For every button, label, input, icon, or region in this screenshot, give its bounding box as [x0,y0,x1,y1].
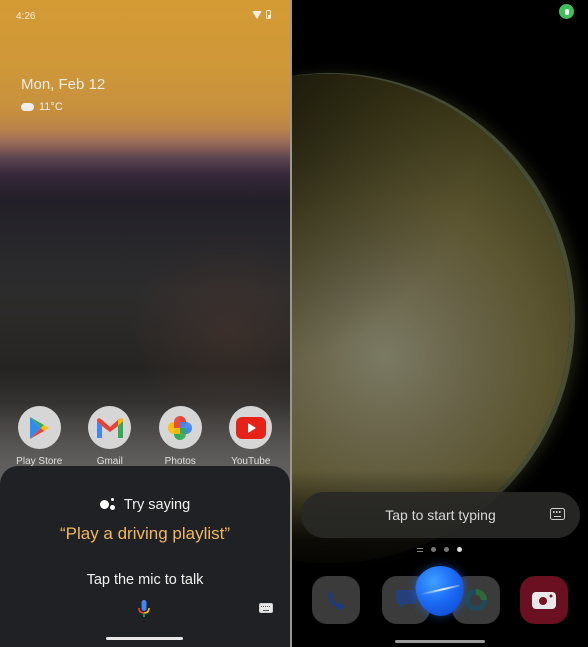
try-saying-label: Try saying [123,497,191,513]
dock-camera[interactable] [520,576,568,624]
status-icons [252,10,271,19]
suggestion-chip[interactable]: “Play a driving playlist” [0,524,290,544]
app-photos[interactable]: Photos [147,406,213,467]
wifi-icon [252,10,262,19]
app-play-store[interactable]: Play Store [6,406,72,467]
wallpaper-glow [130,230,290,430]
app-youtube[interactable]: YouTube [218,406,284,467]
assistant-sheet: Try saying “Play a driving playlist” Tap… [0,466,290,647]
app-row: Play Store Gmail Photos YouTube [0,406,290,467]
home-page-lines-icon [417,547,423,552]
right-phone-screen: Tap to start typing [292,0,588,647]
home-indicator[interactable] [395,640,485,643]
glance-weather[interactable]: 11°C [21,100,63,113]
camera-icon [532,592,556,609]
input-placeholder: Tap to start typing [385,507,496,523]
app-gmail[interactable]: Gmail [77,406,143,467]
page-dot [444,547,449,552]
youtube-icon [229,406,273,449]
keyboard-icon[interactable] [550,508,565,520]
tap-mic-prompt: Tap the mic to talk [86,572,204,588]
battery-icon [266,10,271,19]
edge-browser-icon [465,589,487,611]
mic-icon [138,600,150,617]
dock-phone[interactable] [312,576,360,624]
google-assistant-icon [99,498,118,512]
assistant-header: Try saying [0,497,290,513]
play-store-icon [17,406,61,449]
mic-in-use-indicator[interactable] [559,4,574,19]
page-dot [431,547,436,552]
left-phone-screen: 4:26 Mon, Feb 12 11°C Play Store Gmail P… [0,0,290,647]
temperature: 11°C [39,101,63,113]
glance-date[interactable]: Mon, Feb 12 [21,76,105,93]
page-dot-active [457,547,462,552]
mic-icon [564,8,569,15]
page-indicator[interactable] [417,547,462,552]
mic-button[interactable] [137,600,151,618]
bixby-text-input[interactable]: Tap to start typing [301,492,580,538]
gmail-icon [88,406,132,449]
phone-icon [328,591,344,610]
photos-icon [158,406,202,449]
status-time: 4:26 [16,11,36,22]
partly-cloudy-icon [21,100,34,111]
keyboard-icon[interactable] [259,603,273,613]
home-indicator[interactable] [106,637,183,640]
